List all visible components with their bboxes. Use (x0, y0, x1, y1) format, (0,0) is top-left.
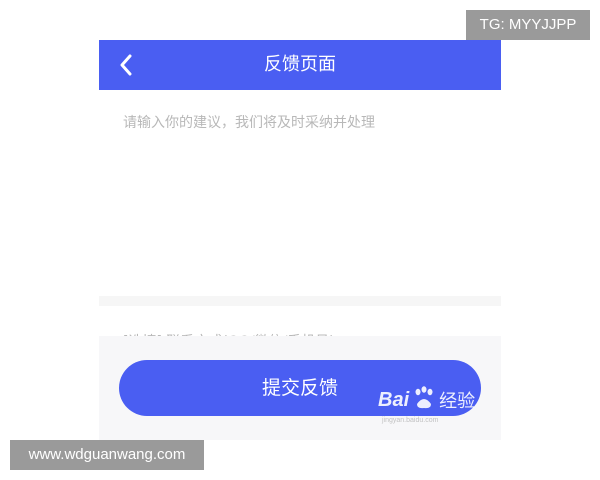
paw-icon (411, 385, 437, 416)
baidu-watermark: Bai 经验 (378, 382, 475, 418)
section-divider (99, 296, 501, 306)
baidu-watermark-suffix: 经验 (439, 391, 476, 411)
feedback-textarea[interactable] (123, 112, 483, 272)
site-watermark: www.wdguanwang.com (10, 440, 204, 470)
feedback-section (99, 102, 501, 292)
feedback-screen: 反馈页面 提交反馈 (99, 40, 501, 440)
page-title: 反馈页面 (264, 54, 336, 75)
baidu-watermark-url: jingyan.baidu.com (382, 417, 439, 424)
baidu-watermark-text: Bai (378, 388, 410, 411)
app-header: 反馈页面 (99, 40, 501, 90)
telegram-watermark: TG: MYYJJPP (466, 10, 590, 40)
